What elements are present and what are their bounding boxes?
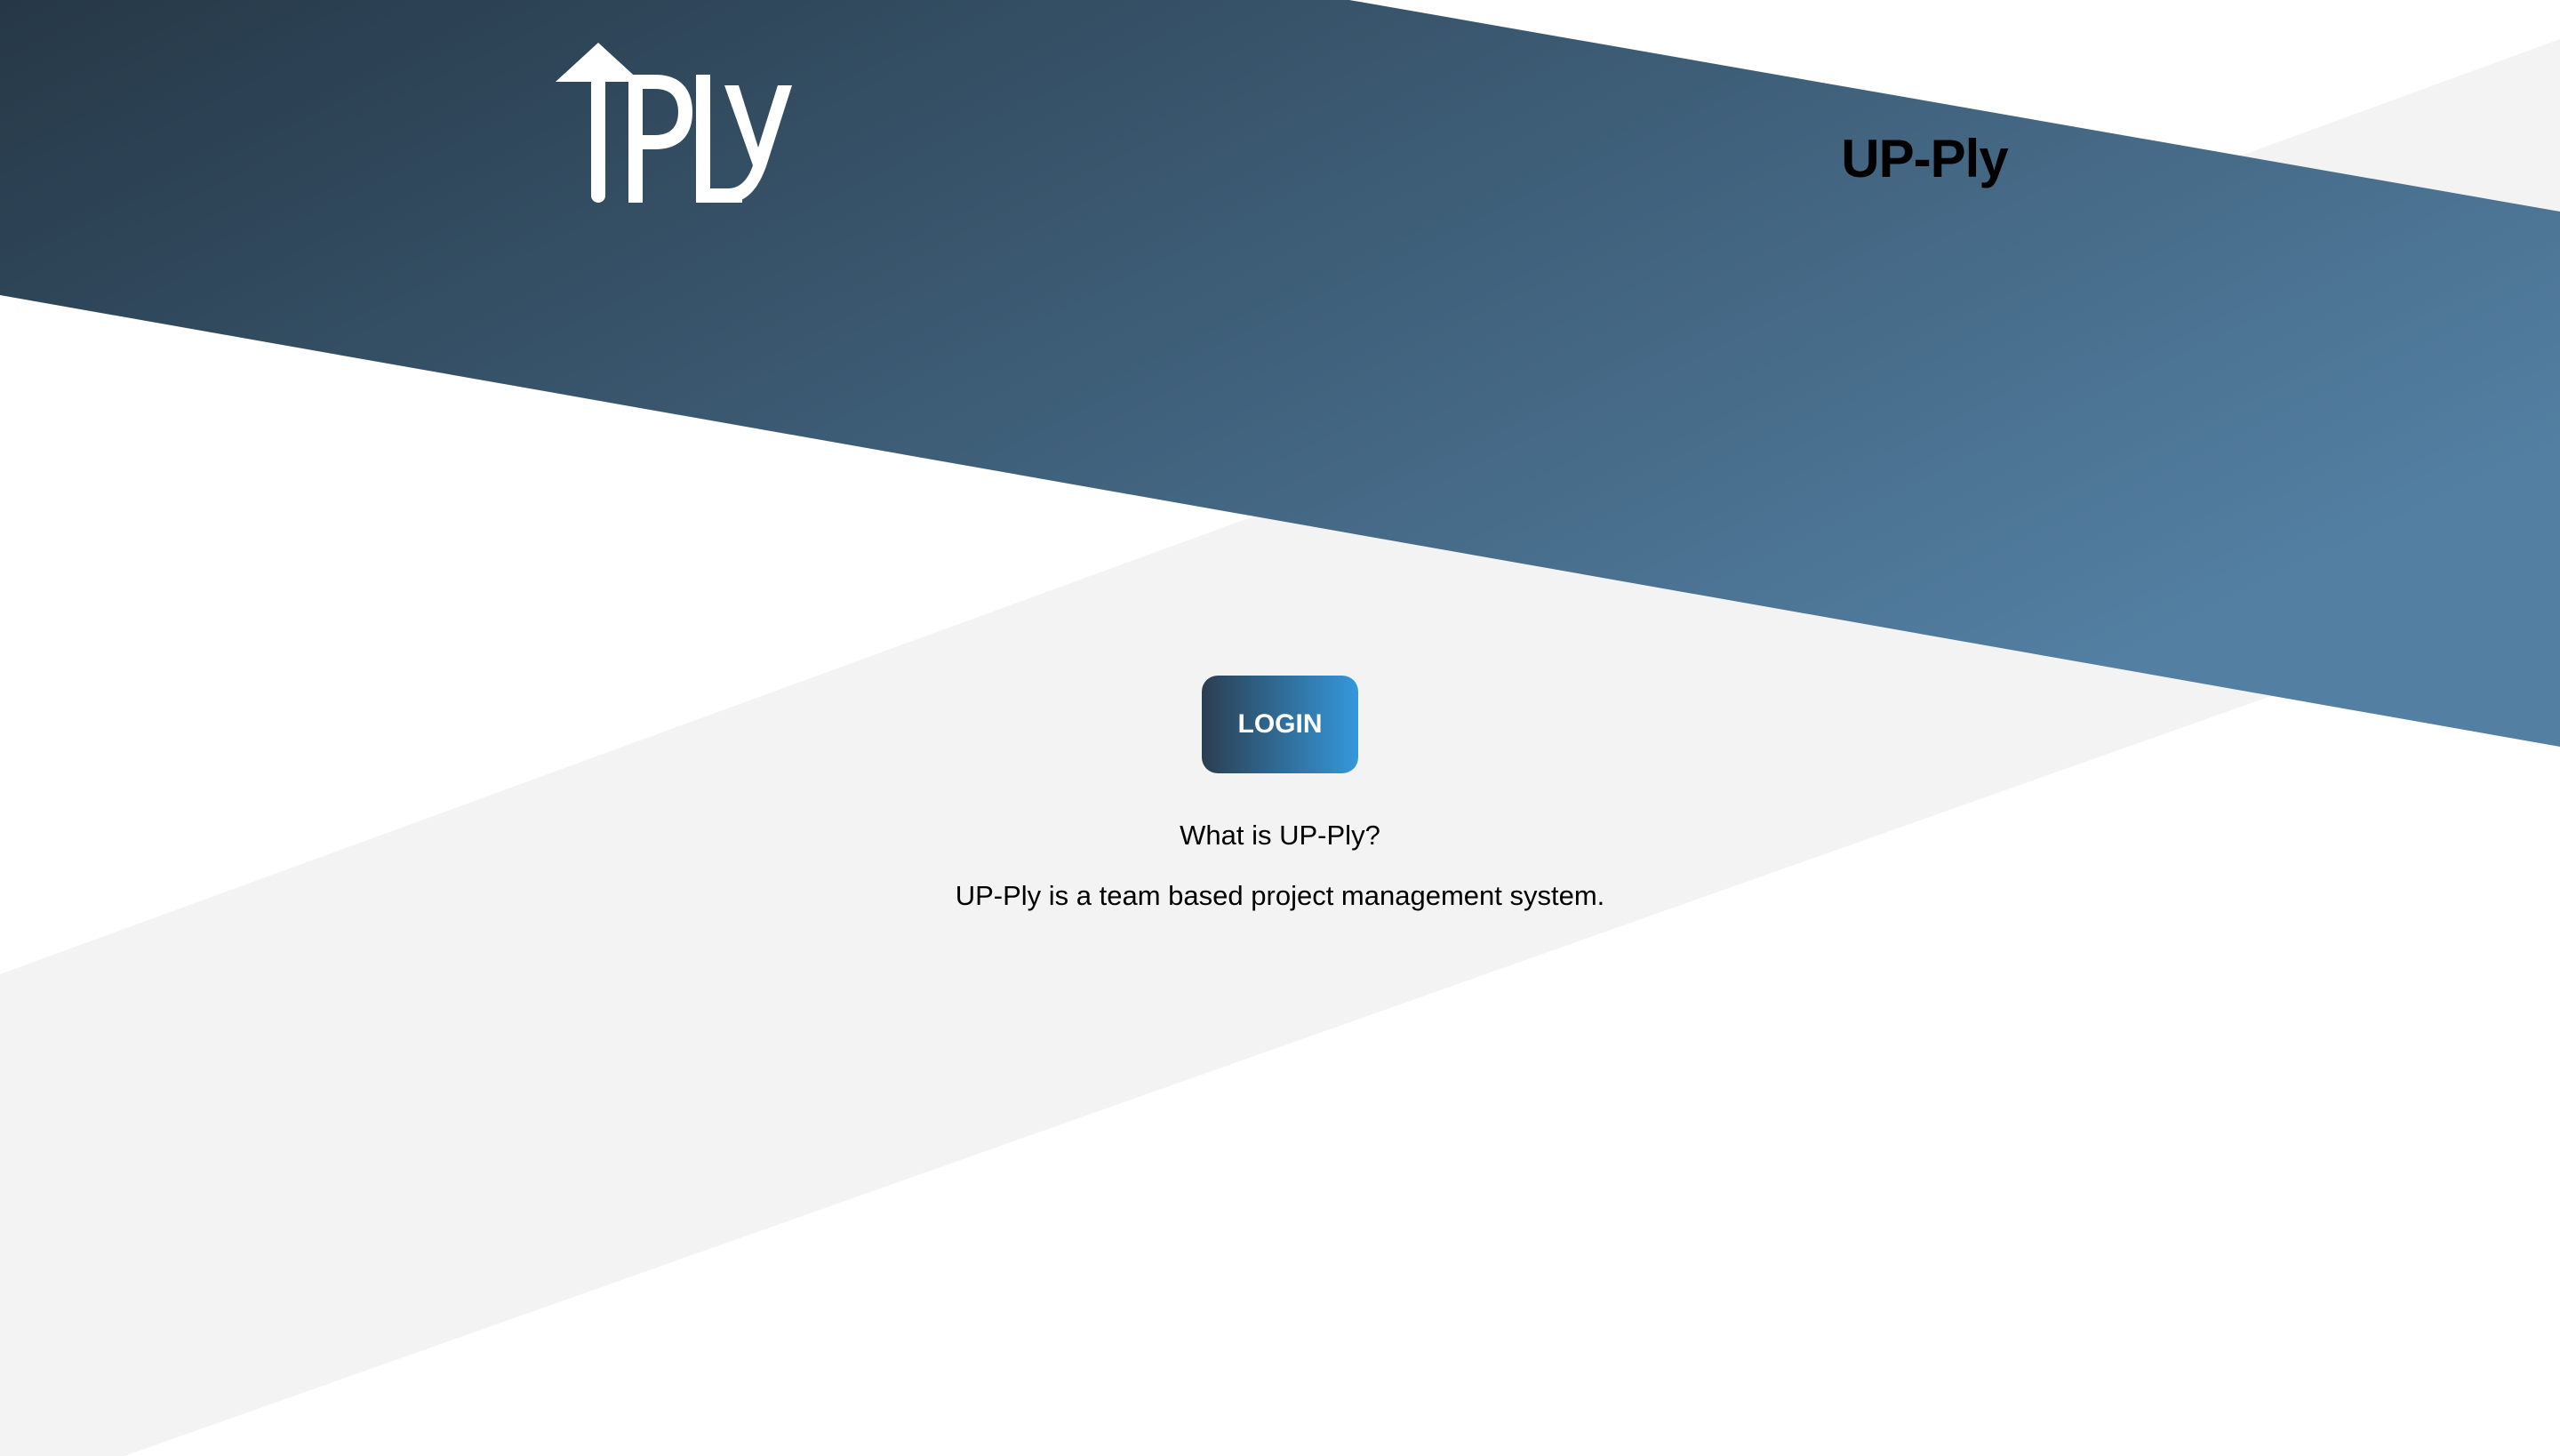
landing-page: UP-Ply LOGIN What is UP-Ply? UP-Ply is a…	[0, 0, 2560, 1456]
about-heading: What is UP-Ply?	[1180, 820, 1380, 851]
site-title: UP-Ply	[1841, 129, 2008, 188]
uply-logo[interactable]	[556, 39, 804, 206]
login-button[interactable]: LOGIN	[1202, 676, 1358, 773]
about-description: UP-Ply is a team based project managemen…	[955, 880, 1605, 911]
up-arrow-logo-icon	[556, 43, 792, 203]
